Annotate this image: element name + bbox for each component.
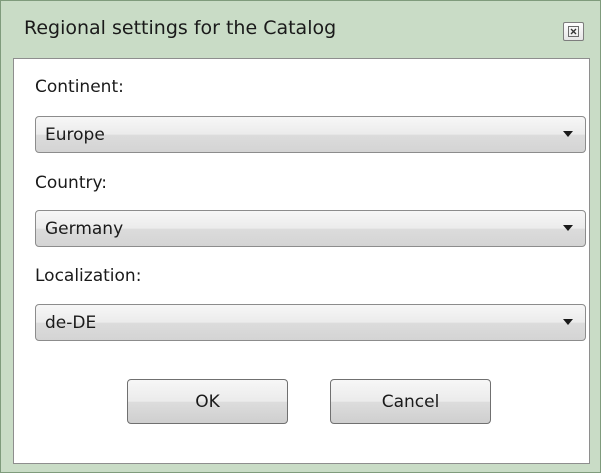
country-selected-value: Germany bbox=[45, 219, 124, 239]
country-label: Country: bbox=[35, 173, 108, 193]
cancel-button[interactable]: Cancel bbox=[330, 379, 491, 424]
chevron-down-icon bbox=[563, 131, 573, 137]
country-select[interactable]: Germany bbox=[35, 210, 586, 247]
regional-settings-dialog: Regional settings for the Catalog Contin… bbox=[0, 0, 601, 473]
title-bar[interactable]: Regional settings for the Catalog bbox=[1, 1, 600, 56]
ok-button[interactable]: OK bbox=[127, 379, 288, 424]
chevron-down-icon bbox=[563, 319, 573, 325]
dialog-content: Continent: Europe Country: Germany Local… bbox=[13, 58, 590, 464]
dialog-title: Regional settings for the Catalog bbox=[24, 17, 337, 39]
localization-selected-value: de-DE bbox=[45, 313, 97, 333]
chevron-down-icon bbox=[563, 225, 573, 231]
close-icon bbox=[568, 26, 579, 37]
continent-select[interactable]: Europe bbox=[35, 116, 586, 153]
continent-selected-value: Europe bbox=[45, 125, 105, 145]
continent-label: Continent: bbox=[35, 77, 124, 97]
localization-select[interactable]: de-DE bbox=[35, 304, 586, 341]
localization-label: Localization: bbox=[35, 266, 142, 286]
close-button[interactable] bbox=[563, 22, 584, 41]
